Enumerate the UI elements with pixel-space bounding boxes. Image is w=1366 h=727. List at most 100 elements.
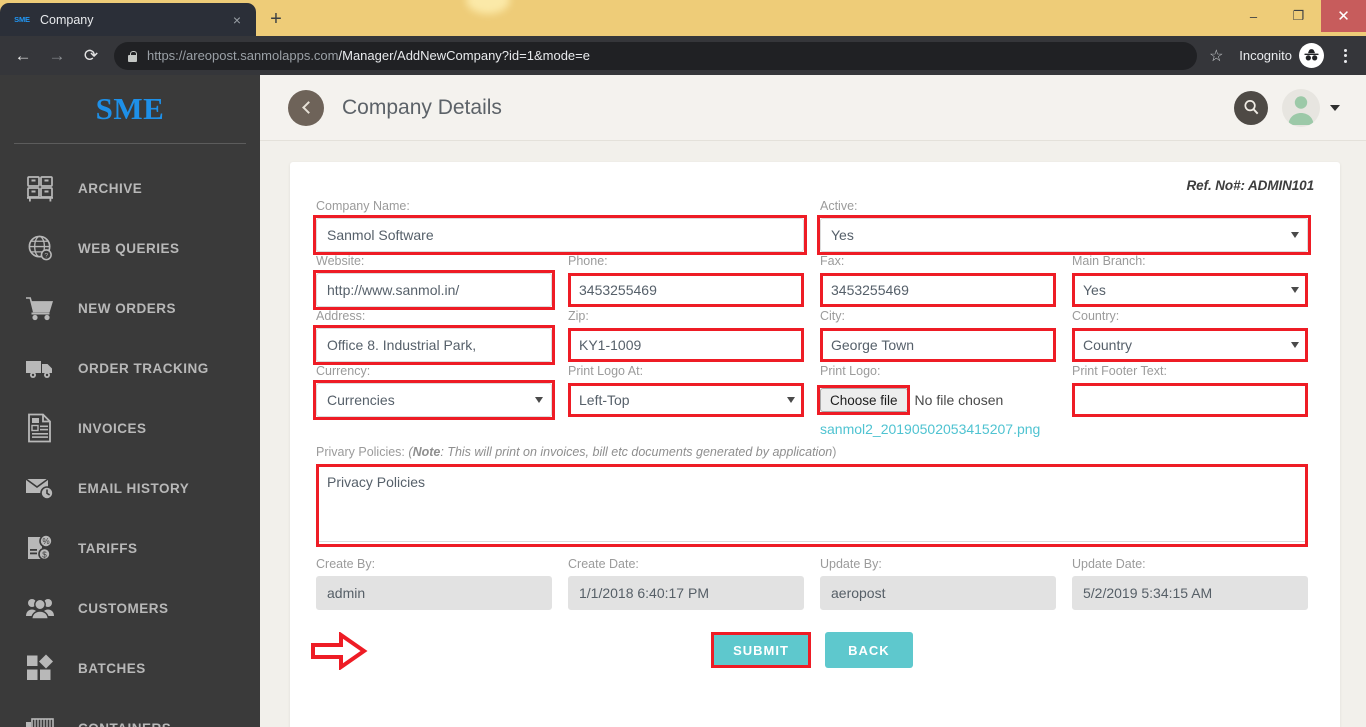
back-button[interactable]: BACK: [824, 632, 913, 668]
page-body: SME ARCHIVE ? WEB QUERIES NEW ORDERS ORD…: [0, 75, 1366, 727]
forward-nav-icon[interactable]: →: [42, 41, 72, 71]
main-branch-select[interactable]: Yes: [1072, 273, 1308, 307]
country-select[interactable]: Country: [1072, 328, 1308, 362]
sidebar-item-label: ARCHIVE: [78, 180, 143, 196]
shopping-cart-icon: [22, 291, 58, 325]
update-by-label: Update By:: [820, 557, 882, 571]
sidebar-item-containers[interactable]: CONTAINERS: [0, 698, 260, 727]
window-close-button[interactable]: ✕: [1321, 0, 1366, 32]
currency-label: Currency:: [316, 364, 371, 378]
bookmark-star-icon[interactable]: ☆: [1203, 43, 1229, 69]
main-branch-label: Main Branch:: [1072, 254, 1146, 268]
incognito-indicator[interactable]: Incognito: [1233, 43, 1330, 68]
tab-favicon-sme: SME: [14, 15, 30, 24]
choose-file-button[interactable]: Choose file: [820, 388, 908, 412]
address-label: Address:: [316, 309, 366, 323]
print-logo-at-label: Print Logo At:: [568, 364, 644, 378]
currency-select[interactable]: Currencies: [316, 383, 552, 417]
field-print-footer-text: Print Footer Text:: [1064, 364, 1316, 437]
sidebar-item-invoices[interactable]: INVOICES: [0, 398, 260, 458]
form-row-6: Create By: Create Date: Update By:: [308, 557, 1316, 610]
privacy-policies-textarea[interactable]: Privacy Policies: [316, 464, 1308, 542]
form-row-2: Website: Phone: Fax:: [308, 254, 1316, 310]
create-by-input: [316, 576, 552, 610]
print-footer-text-label: Print Footer Text:: [1072, 364, 1167, 378]
tabstrip-glare: [466, 0, 510, 14]
reference-number: Ref. No#: ADMIN101: [1186, 178, 1315, 193]
sidebar-item-label: TARIFFS: [78, 540, 138, 556]
city-input[interactable]: [820, 328, 1056, 362]
tab-strip: SME Company × + – ❐ ✕: [0, 0, 1366, 36]
sidebar-item-label: CONTAINERS: [78, 721, 171, 727]
browser-toolbar: ← → ⟳ https://areopost.sanmolapps.com/Ma…: [0, 36, 1366, 75]
sidebar-item-label: WEB QUERIES: [78, 240, 180, 256]
existing-logo-file-link[interactable]: sanmol2_20190502053415207.png: [820, 421, 1056, 437]
containers-icon: [22, 711, 58, 727]
print-footer-text-input[interactable]: [1072, 383, 1308, 417]
field-active: Active: Yes: [812, 199, 1316, 255]
sidebar-item-order-tracking[interactable]: ORDER TRACKING: [0, 338, 260, 398]
field-currency: Currency: Currencies: [308, 364, 560, 437]
sidebar-item-tariffs[interactable]: % $ TARIFFS: [0, 518, 260, 578]
zip-highlight: [568, 328, 804, 362]
incognito-label: Incognito: [1239, 48, 1292, 63]
country-highlight: Country: [1072, 328, 1308, 362]
tab-title: Company: [40, 12, 94, 27]
sidebar-item-web-queries[interactable]: ? WEB QUERIES: [0, 218, 260, 278]
sidebar-nav: ARCHIVE ? WEB QUERIES NEW ORDERS ORDER T…: [0, 144, 260, 727]
fax-input[interactable]: [820, 273, 1056, 307]
phone-input[interactable]: [568, 273, 804, 307]
reload-icon[interactable]: ⟳: [76, 41, 106, 71]
content-scroll-area[interactable]: Ref. No#: ADMIN101 Company Name: Active:: [260, 141, 1366, 727]
field-create-date: Create Date:: [560, 557, 812, 610]
browser-window: SME Company × + – ❐ ✕ ← → ⟳ https://areo…: [0, 0, 1366, 727]
sidebar-item-new-orders[interactable]: NEW ORDERS: [0, 278, 260, 338]
svg-text:%: %: [42, 537, 49, 546]
fax-label: Fax:: [820, 254, 845, 268]
brand-logo[interactable]: SME: [0, 75, 260, 143]
update-date-label: Update Date:: [1072, 557, 1146, 571]
field-website: Website:: [308, 254, 560, 310]
envelope-clock-icon: [22, 471, 58, 505]
choose-file-highlight: Choose file: [817, 385, 910, 415]
user-menu-chevron-down-icon[interactable]: [1330, 104, 1340, 111]
submit-button[interactable]: SUBMIT: [711, 632, 811, 668]
privacy-policies-label-text: Privary Policies:: [316, 445, 405, 459]
company-details-card: Ref. No#: ADMIN101 Company Name: Active:: [290, 162, 1340, 727]
field-update-by: Update By:: [812, 557, 1064, 610]
address-bar[interactable]: https://areopost.sanmolapps.com/Manager/…: [114, 41, 1198, 70]
search-button[interactable]: [1234, 90, 1268, 125]
browser-tab-company[interactable]: SME Company ×: [0, 3, 256, 36]
new-tab-button[interactable]: +: [262, 5, 290, 33]
print-logo-file-row: Choose file No file chosen: [817, 383, 1056, 417]
sidebar-item-customers[interactable]: CUSTOMERS: [0, 578, 260, 638]
company-name-input[interactable]: [316, 218, 804, 252]
invoice-document-icon: [22, 411, 58, 445]
svg-text:$: $: [42, 550, 47, 559]
back-nav-icon[interactable]: ←: [8, 41, 38, 71]
browser-menu-icon[interactable]: [1332, 41, 1358, 71]
website-input[interactable]: [316, 273, 552, 307]
submit-pointer-annotation: [311, 632, 368, 670]
active-select[interactable]: Yes: [820, 218, 1308, 252]
sidebar: SME ARCHIVE ? WEB QUERIES NEW ORDERS ORD…: [0, 75, 260, 727]
zip-input[interactable]: [568, 328, 804, 362]
tariff-percent-icon: % $: [22, 531, 58, 565]
sidebar-item-batches[interactable]: BATCHES: [0, 638, 260, 698]
address-input[interactable]: [316, 328, 552, 362]
window-maximize-button[interactable]: ❐: [1276, 0, 1321, 32]
archive-icon: [22, 171, 58, 205]
user-avatar[interactable]: [1282, 88, 1320, 127]
zip-label: Zip:: [568, 309, 589, 323]
print-logo-at-highlight: Left-Top: [568, 383, 804, 417]
tab-close-icon[interactable]: ×: [228, 11, 246, 29]
sidebar-item-archive[interactable]: ARCHIVE: [0, 158, 260, 218]
page-back-button[interactable]: [288, 89, 324, 126]
window-minimize-button[interactable]: –: [1231, 0, 1276, 32]
form-actions: SUBMIT BACK: [308, 632, 1316, 670]
main-content: Company Details Ref. No#: ADMIN101 Compa…: [260, 75, 1366, 727]
sidebar-item-email-history[interactable]: EMAIL HISTORY: [0, 458, 260, 518]
print-logo-at-select[interactable]: Left-Top: [568, 383, 804, 417]
sidebar-item-label: BATCHES: [78, 660, 146, 676]
field-main-branch: Main Branch: Yes: [1064, 254, 1316, 307]
